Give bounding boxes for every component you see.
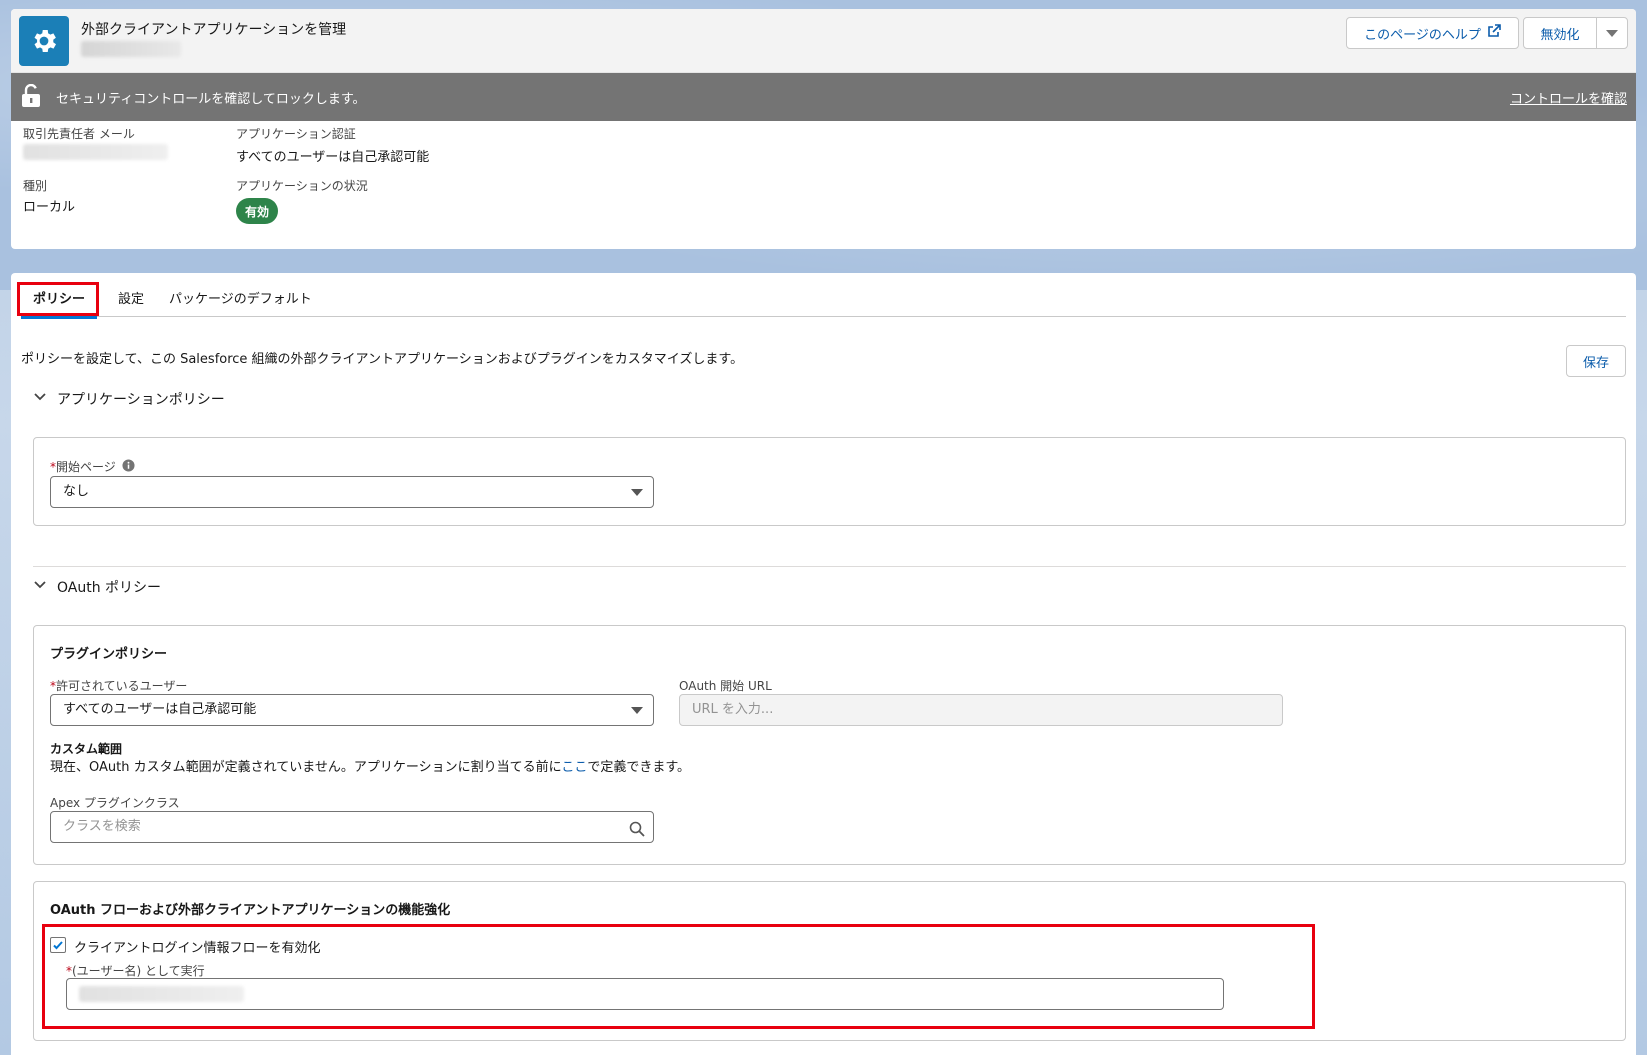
section-divider xyxy=(33,566,1626,567)
app-policy-box: *開始ページ なし xyxy=(33,437,1626,526)
oauth-start-url-label: OAuth 開始 URL xyxy=(679,679,772,693)
status-badge: 有効 xyxy=(236,198,278,224)
page-header: 外部クライアントアプリケーションを管理 このページのヘルプ 無効化 xyxy=(11,9,1636,73)
apex-plugin-search-input[interactable]: クラスを検索 xyxy=(50,811,654,843)
oauth-flows-title: OAuth フローおよび外部クライアントアプリケーションの機能強化 xyxy=(50,903,451,918)
review-controls-link[interactable]: コントロールを確認 xyxy=(1510,88,1627,107)
security-lock-bar: セキュリティコントロールを確認してロックします。 コントロールを確認 xyxy=(11,73,1636,121)
lock-message: セキュリティコントロールを確認してロックします。 xyxy=(56,92,366,107)
app-auth-value: すべてのユーザーは自己承認可能 xyxy=(236,150,430,165)
oauth-policy-title: OAuth ポリシー xyxy=(57,580,162,596)
plugin-policy-title: プラグインポリシー xyxy=(50,647,168,662)
permitted-users-value: すべてのユーザーは自己承認可能 xyxy=(63,702,257,717)
oauth-policy-section-toggle[interactable]: OAuth ポリシー xyxy=(33,577,161,597)
tab-bar: ポリシー 設定 パッケージのデフォルト xyxy=(21,283,1626,319)
apex-plugin-label: Apex プラグインクラス xyxy=(50,796,180,810)
start-page-value: なし xyxy=(63,484,90,499)
save-button[interactable]: 保存 xyxy=(1566,345,1626,377)
permitted-users-select[interactable]: すべてのユーザーは自己承認可能 xyxy=(50,694,654,726)
dropdown-caret-icon xyxy=(631,489,643,496)
tab-package-defaults[interactable]: パッケージのデフォルト xyxy=(157,283,324,317)
app-policy-section-toggle[interactable]: アプリケーションポリシー xyxy=(33,389,225,409)
page-title: 外部クライアントアプリケーションを管理 xyxy=(81,22,347,38)
oauth-start-url-input[interactable]: URL を入力... xyxy=(679,694,1283,726)
start-page-select[interactable]: なし xyxy=(50,476,654,508)
custom-scope-link[interactable]: ここ xyxy=(561,760,587,775)
chevron-down-icon xyxy=(1606,29,1618,37)
main-card: ポリシー 設定 パッケージのデフォルト ポリシーを設定して、この Salesfo… xyxy=(11,273,1636,1055)
chevron-down-icon xyxy=(33,390,47,408)
help-button[interactable]: このページのヘルプ xyxy=(1346,17,1519,49)
chevron-down-icon xyxy=(33,578,47,596)
policy-description: ポリシーを設定して、この Salesforce 組織の外部クライアントアプリケー… xyxy=(21,352,744,367)
client-credentials-highlight xyxy=(42,924,1315,1029)
permitted-users-label-row: *許可されているユーザー xyxy=(50,679,188,693)
start-page-label: 開始ページ xyxy=(56,460,116,474)
gear-icon xyxy=(19,16,69,66)
help-button-label: このページのヘルプ xyxy=(1364,27,1481,43)
app-policy-title: アプリケーションポリシー xyxy=(57,392,225,408)
permitted-users-label: 許可されているユーザー xyxy=(56,679,188,693)
contact-email-label: 取引先責任者 メール xyxy=(23,127,135,141)
search-icon xyxy=(629,819,645,849)
custom-scope-text: 現在、OAuth カスタム範囲が定義されていません。アプリケーションに割り当てる… xyxy=(50,760,691,775)
type-value: ローカル xyxy=(23,200,76,215)
tab-settings[interactable]: 設定 xyxy=(106,283,156,317)
apex-plugin-placeholder: クラスを検索 xyxy=(63,819,141,834)
disable-button[interactable]: 無効化 xyxy=(1523,17,1597,49)
custom-scope-title: カスタム範囲 xyxy=(50,742,123,756)
type-label: 種別 xyxy=(23,179,48,193)
external-link-icon xyxy=(1487,24,1501,42)
start-page-label-row: *開始ページ xyxy=(50,458,135,475)
app-name-redacted xyxy=(81,41,181,57)
app-auth-label: アプリケーション認証 xyxy=(236,127,356,141)
dropdown-caret-icon xyxy=(631,707,643,714)
plugin-policy-box: プラグインポリシー *許可されているユーザー すべてのユーザーは自己承認可能 O… xyxy=(33,625,1626,865)
more-actions-button[interactable] xyxy=(1596,17,1628,49)
app-status-label: アプリケーションの状況 xyxy=(236,179,368,193)
contact-email-redacted xyxy=(23,144,168,160)
policy-tab-highlight xyxy=(17,282,99,316)
info-icon[interactable] xyxy=(122,458,135,475)
unlock-icon xyxy=(21,83,41,112)
